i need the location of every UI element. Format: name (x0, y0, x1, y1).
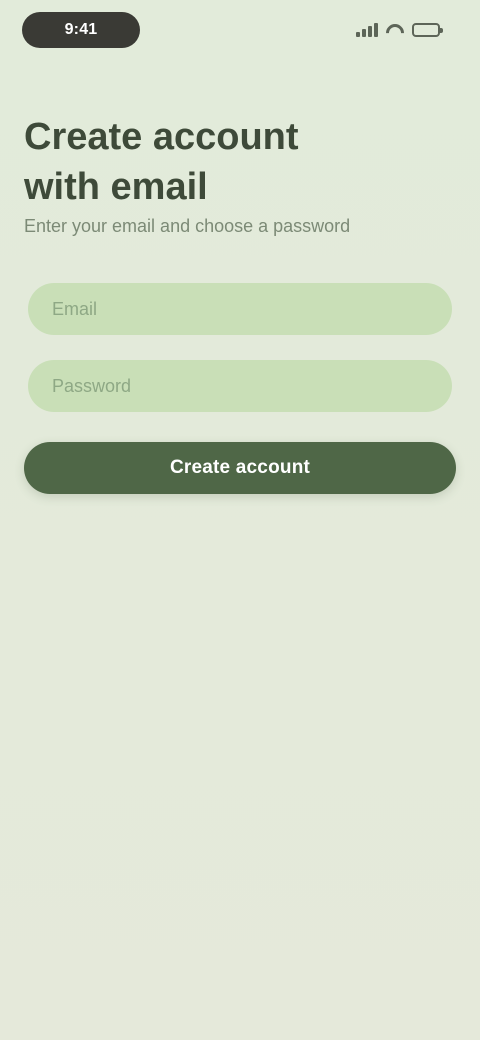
status-bar: 9:41 (0, 0, 480, 62)
status-icons (356, 18, 443, 42)
page-subtitle: Enter your email and choose a password (24, 216, 351, 236)
create-account-button[interactable]: Create account (24, 442, 456, 494)
wifi-icon (385, 23, 405, 38)
page-title: Create account with email (24, 116, 299, 208)
status-time: 9:41 (22, 12, 140, 48)
email-field[interactable] (28, 283, 452, 335)
battery-icon (412, 23, 443, 37)
password-field[interactable] (28, 360, 452, 412)
create-account-screen: 9:41 Create account with email Enter you… (0, 0, 480, 1040)
cellular-signal-icon (356, 23, 378, 37)
